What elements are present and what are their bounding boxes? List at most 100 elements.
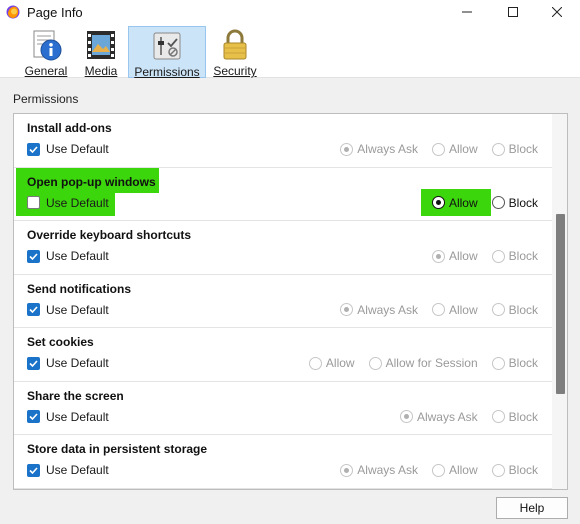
tab-toolbar: General Media Permissions Security — [0, 24, 580, 79]
use-default-checkbox[interactable]: Use Default — [27, 141, 109, 157]
option-label: Block — [508, 142, 538, 156]
option-block[interactable]: Block — [491, 410, 538, 424]
radio-icon — [431, 303, 445, 316]
option-block[interactable]: Block — [491, 142, 538, 156]
radio-icon — [431, 249, 445, 263]
info-icon — [33, 30, 62, 61]
padlock-icon — [223, 29, 247, 60]
perm-options: Always Ask Allow Block — [326, 462, 538, 478]
tab-media[interactable]: Media — [80, 26, 122, 78]
radio-icon — [491, 196, 505, 209]
checkmark-icon — [27, 303, 40, 316]
permissions-section-label: Permissions — [13, 92, 79, 106]
tab-media-label: Media — [84, 64, 118, 78]
option-label: Block — [508, 302, 538, 317]
tab-general-label: General — [24, 64, 68, 78]
perm-title: Store data in persistent storage — [27, 442, 208, 456]
option-allow[interactable]: Allow — [431, 463, 478, 477]
option-allow[interactable]: Allow — [431, 249, 478, 263]
close-button[interactable] — [534, 0, 580, 24]
option-always-ask[interactable]: Always Ask — [399, 409, 478, 424]
use-default-label: Use Default — [46, 409, 109, 424]
option-label: Allow — [448, 249, 478, 263]
option-allow[interactable]: Allow — [308, 356, 355, 370]
use-default-label: Use Default — [46, 249, 109, 263]
radio-icon — [491, 356, 505, 370]
radio-icon — [340, 303, 354, 316]
use-default-label: Use Default — [46, 302, 109, 317]
firefox-icon — [6, 5, 20, 19]
perm-send-notifications: Send notifications Use Default Always As… — [14, 275, 552, 328]
radio-icon — [491, 303, 505, 316]
radio-icon — [431, 463, 445, 477]
radio-icon — [491, 463, 505, 477]
help-button[interactable]: Help — [496, 497, 568, 519]
option-allow[interactable]: Allow — [431, 302, 478, 317]
permissions-list: Install add-ons Use Default Always Ask A… — [14, 114, 552, 489]
option-label: Block — [508, 356, 538, 370]
option-label: Block — [508, 195, 538, 210]
option-label: Allow — [448, 142, 478, 156]
tab-permissions[interactable]: Permissions — [128, 26, 206, 79]
perm-override-keyboard-shortcuts: Override keyboard shortcuts Use Default … — [14, 221, 552, 275]
permissions-list-box: Install add-ons Use Default Always Ask A… — [13, 113, 568, 490]
use-default-checkbox[interactable]: Use Default — [27, 302, 109, 318]
perm-title: Share the screen — [27, 388, 124, 403]
close-icon — [552, 7, 562, 17]
option-label: Allow — [448, 302, 478, 317]
vertical-scrollbar[interactable] — [552, 114, 567, 489]
option-allow[interactable]: Allow — [431, 195, 478, 210]
option-always-ask[interactable]: Always Ask — [340, 142, 418, 156]
checkmark-icon — [27, 356, 40, 370]
use-default-label: Use Default — [46, 463, 109, 477]
minimize-icon — [462, 11, 472, 13]
radio-icon — [308, 356, 322, 370]
radio-icon — [491, 249, 505, 263]
use-default-checkbox[interactable]: Use Default — [27, 409, 109, 425]
option-label: Allow for Session — [385, 356, 478, 370]
option-block[interactable]: Block — [491, 356, 538, 370]
option-label: Always Ask — [357, 463, 418, 477]
window-title: Page Info — [27, 5, 83, 20]
tab-security[interactable]: Security — [212, 26, 258, 78]
perm-options: Allow Block — [418, 195, 538, 211]
radio-icon — [491, 142, 505, 156]
minimize-button[interactable] — [444, 0, 490, 24]
radio-icon — [491, 410, 505, 423]
use-default-label: Use Default — [46, 356, 109, 370]
perm-store-persistent-data: Store data in persistent storage Use Def… — [14, 435, 552, 489]
perm-title: Send notifications — [27, 281, 132, 296]
use-default-checkbox[interactable]: Use Default — [27, 462, 109, 478]
perm-options: Allow Block — [418, 248, 538, 264]
option-block[interactable]: Block — [491, 195, 538, 210]
use-default-label: Use Default — [46, 195, 109, 210]
perm-options: Allow Allow for Session Block — [295, 355, 538, 371]
film-icon — [87, 31, 115, 59]
tab-general[interactable]: General — [20, 26, 72, 78]
option-label: Always Ask — [416, 409, 478, 424]
option-always-ask[interactable]: Always Ask — [340, 303, 418, 317]
radio-icon — [431, 196, 445, 209]
option-label: Allow — [448, 195, 478, 210]
use-default-checkbox[interactable]: Use Default — [27, 355, 109, 371]
option-allow[interactable]: Allow — [431, 142, 478, 156]
scrollbar-thumb[interactable] — [556, 214, 565, 394]
option-label: Block — [508, 463, 538, 477]
perm-title: Open pop-up windows — [27, 174, 156, 189]
maximize-button[interactable] — [490, 0, 536, 24]
radio-icon — [431, 142, 445, 156]
checkbox-empty-icon — [27, 196, 40, 209]
radio-icon — [340, 463, 354, 477]
perm-title: Override keyboard shortcuts — [27, 228, 192, 242]
checkmark-icon — [27, 410, 40, 423]
use-default-label: Use Default — [46, 142, 109, 156]
radio-icon — [399, 410, 413, 423]
use-default-checkbox[interactable]: Use Default — [27, 195, 109, 211]
option-block[interactable]: Block — [491, 249, 538, 263]
option-allow-for-session[interactable]: Allow for Session — [368, 356, 478, 370]
option-always-ask[interactable]: Always Ask — [340, 463, 418, 477]
option-block[interactable]: Block — [491, 302, 538, 317]
perm-options: Always Ask Block — [386, 409, 538, 425]
option-block[interactable]: Block — [491, 463, 538, 477]
use-default-checkbox[interactable]: Use Default — [27, 248, 109, 264]
